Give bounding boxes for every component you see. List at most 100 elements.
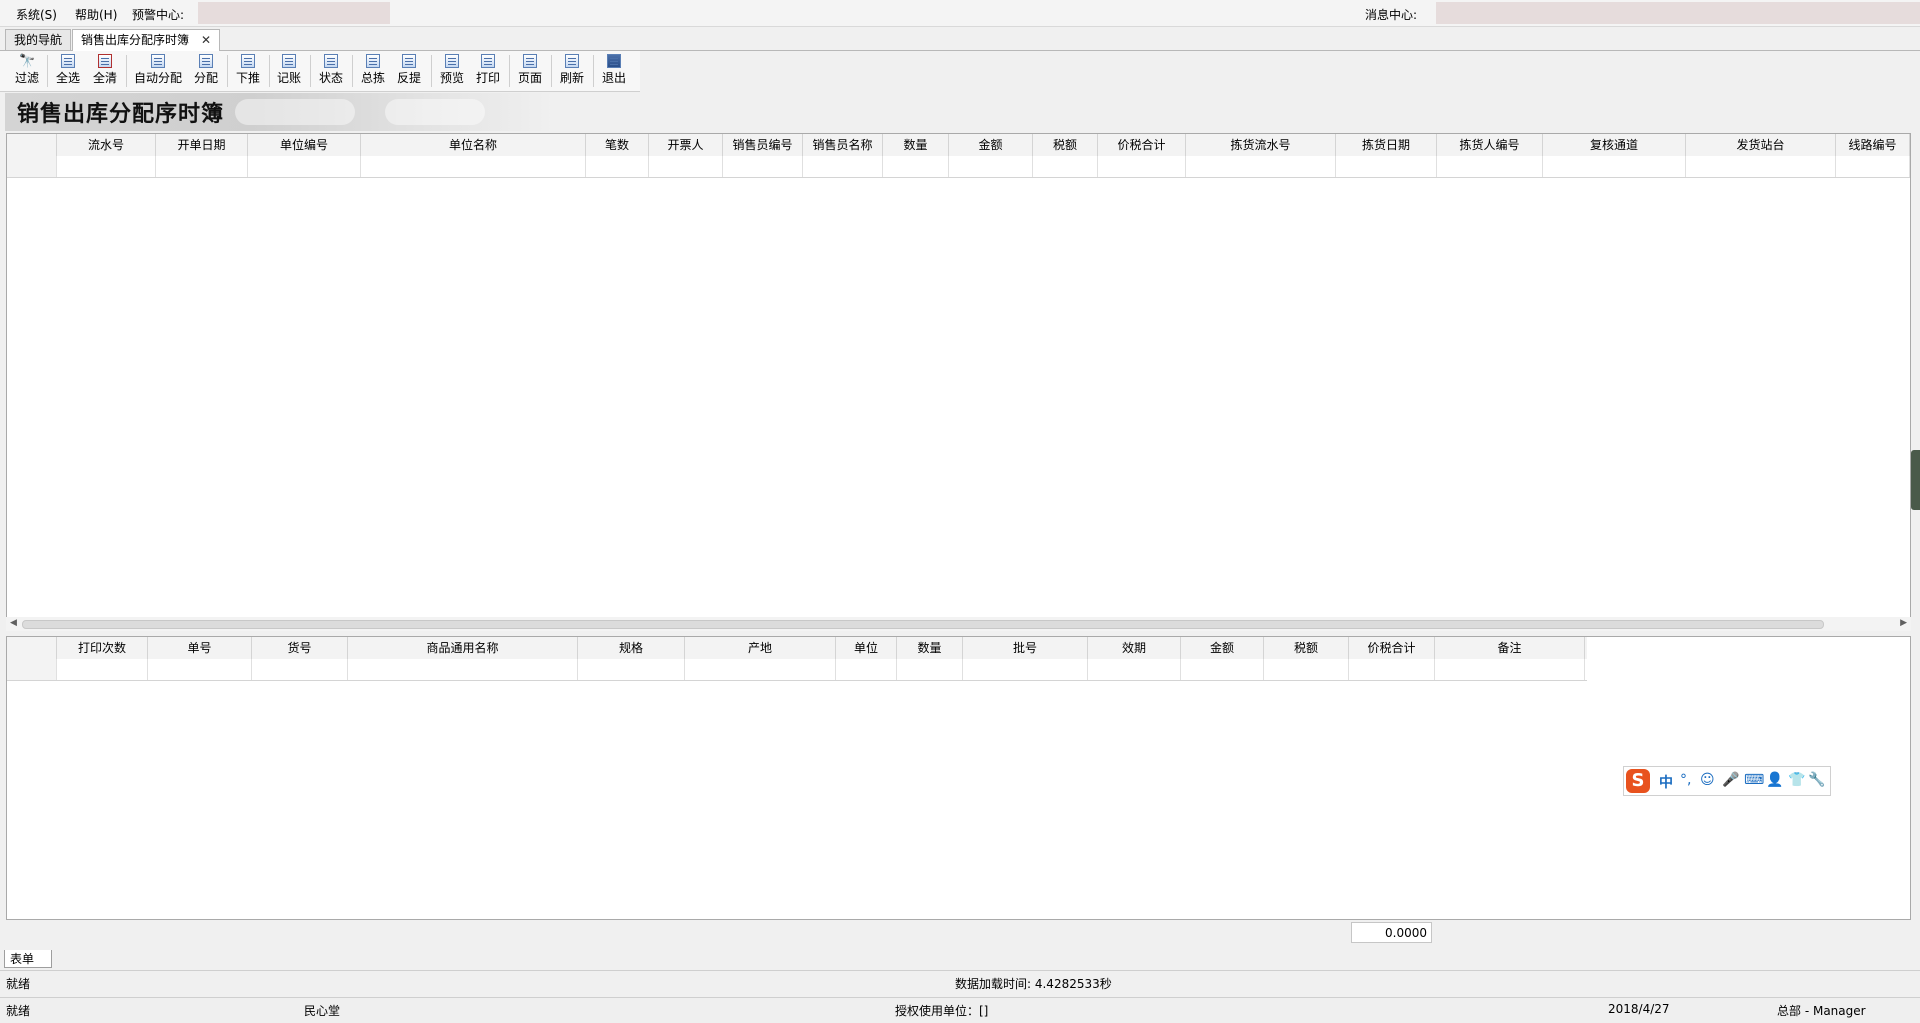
table-cell[interactable] — [1181, 659, 1264, 680]
user-icon[interactable]: 👤 — [1766, 772, 1783, 788]
column-header[interactable]: 笔数 — [586, 134, 649, 156]
column-header[interactable]: 价税合计 — [1349, 637, 1435, 659]
row-header[interactable] — [7, 659, 57, 680]
table-cell[interactable] — [897, 659, 963, 680]
table-cell[interactable] — [148, 659, 252, 680]
table-cell[interactable] — [361, 156, 586, 177]
column-header[interactable]: 单位编号 — [248, 134, 361, 156]
exit-button[interactable]: 退出 — [601, 53, 627, 89]
ime-toolbar[interactable]: S 中 °, ☺ 🎤 ⌨ 👤 👕 🔧 — [1623, 766, 1831, 796]
preview-button[interactable]: 预览 — [439, 53, 465, 89]
column-header[interactable]: 单位 — [836, 637, 897, 659]
column-header[interactable]: 开票人 — [649, 134, 723, 156]
menu-system[interactable]: 系统(S) — [16, 6, 57, 23]
column-header[interactable]: 开单日期 — [156, 134, 248, 156]
column-header[interactable]: 发货站台 — [1686, 134, 1836, 156]
column-header[interactable]: 拣货流水号 — [1186, 134, 1336, 156]
table-cell[interactable] — [723, 156, 803, 177]
settings-wrench-icon[interactable]: 🔧 — [1808, 772, 1825, 788]
column-header[interactable]: 数量 — [883, 134, 949, 156]
table-row[interactable] — [7, 156, 1910, 178]
column-header[interactable]: 复核通道 — [1543, 134, 1686, 156]
menu-help[interactable]: 帮助(H) — [75, 6, 117, 23]
horizontal-scrollbar[interactable]: ◀ ▶ — [6, 617, 1911, 631]
tab-sales-outbound[interactable]: 销售出库分配序时簿 ✕ — [72, 29, 221, 51]
clear-all-button[interactable]: 全清 — [92, 53, 118, 89]
column-header[interactable]: 拣货日期 — [1336, 134, 1437, 156]
keyboard-icon[interactable]: ⌨ — [1744, 772, 1764, 788]
column-header[interactable]: 打印次数 — [57, 637, 148, 659]
table-cell[interactable] — [1186, 156, 1336, 177]
table-cell[interactable] — [1435, 659, 1585, 680]
column-header[interactable]: 规格 — [578, 637, 685, 659]
column-header[interactable]: 流水号 — [57, 134, 156, 156]
message-center-field[interactable] — [1436, 2, 1920, 24]
sheet-tab-form[interactable]: 表单 — [4, 950, 52, 968]
push-down-button[interactable]: 下推 — [235, 53, 261, 89]
auto-assign-button[interactable]: 自动分配 — [133, 53, 183, 89]
side-panel-handle[interactable] — [1911, 450, 1920, 510]
column-header[interactable]: 产地 — [685, 637, 836, 659]
refresh-button[interactable]: 刷新 — [559, 53, 585, 89]
table-cell[interactable] — [348, 659, 578, 680]
scrollbar-thumb[interactable] — [22, 620, 1824, 629]
column-header[interactable]: 销售员编号 — [723, 134, 803, 156]
scroll-right-icon[interactable]: ▶ — [1900, 618, 1907, 628]
select-all-button[interactable]: 全选 — [55, 53, 81, 89]
table-cell[interactable] — [156, 156, 248, 177]
table-cell[interactable] — [649, 156, 723, 177]
table-cell[interactable] — [1543, 156, 1686, 177]
table-cell[interactable] — [586, 156, 649, 177]
column-header[interactable]: 批号 — [963, 637, 1088, 659]
table-cell[interactable] — [252, 659, 348, 680]
punctuation-icon[interactable]: °, — [1680, 772, 1691, 788]
column-header[interactable]: 单号 — [148, 637, 252, 659]
column-header[interactable]: 商品通用名称 — [348, 637, 578, 659]
microphone-icon[interactable]: 🎤 — [1722, 772, 1739, 788]
table-cell[interactable] — [57, 659, 148, 680]
table-cell[interactable] — [883, 156, 949, 177]
table-cell[interactable] — [1264, 659, 1349, 680]
assign-button[interactable]: 分配 — [193, 53, 219, 89]
column-header[interactable]: 数量 — [897, 637, 963, 659]
emoji-icon[interactable]: ☺ — [1700, 772, 1715, 788]
table-cell[interactable] — [1088, 659, 1181, 680]
post-button[interactable]: 记账 — [276, 53, 302, 89]
chinese-mode-icon[interactable]: 中 — [1659, 772, 1673, 792]
print-button[interactable]: 打印 — [475, 53, 501, 89]
table-cell[interactable] — [803, 156, 883, 177]
column-header[interactable]: 金额 — [1181, 637, 1264, 659]
filter-button[interactable]: 🔭 过滤 — [14, 53, 40, 89]
skin-icon[interactable]: 👕 — [1788, 772, 1805, 788]
column-header[interactable]: 效期 — [1088, 637, 1181, 659]
column-header[interactable]: 税额 — [1033, 134, 1098, 156]
column-header[interactable]: 单位名称 — [361, 134, 586, 156]
reverse-button[interactable]: 反提 — [396, 53, 422, 89]
table-cell[interactable] — [578, 659, 685, 680]
table-cell[interactable] — [963, 659, 1088, 680]
close-icon[interactable]: ✕ — [201, 33, 211, 47]
table-cell[interactable] — [1098, 156, 1186, 177]
column-header[interactable]: 价税合计 — [1098, 134, 1186, 156]
column-header[interactable]: 货号 — [252, 637, 348, 659]
status-button[interactable]: 状态 — [318, 53, 344, 89]
table-cell[interactable] — [248, 156, 361, 177]
alert-center-field[interactable] — [198, 2, 390, 24]
table-row[interactable] — [7, 659, 1587, 681]
scroll-left-icon[interactable]: ◀ — [10, 618, 17, 628]
table-cell[interactable] — [1349, 659, 1435, 680]
table-cell[interactable] — [685, 659, 836, 680]
column-header[interactable]: 销售员名称 — [803, 134, 883, 156]
column-header[interactable]: 税额 — [1264, 637, 1349, 659]
table-cell[interactable] — [1686, 156, 1836, 177]
table-cell[interactable] — [1033, 156, 1098, 177]
table-cell[interactable] — [57, 156, 156, 177]
sogou-logo-icon[interactable]: S — [1626, 769, 1650, 793]
table-cell[interactable] — [1336, 156, 1437, 177]
column-header[interactable]: 备注 — [1435, 637, 1585, 659]
table-cell[interactable] — [1437, 156, 1543, 177]
column-header[interactable]: 金额 — [949, 134, 1033, 156]
table-cell[interactable] — [949, 156, 1033, 177]
row-header[interactable] — [7, 156, 57, 177]
master-grid[interactable]: 流水号 开单日期 单位编号 单位名称 笔数 开票人 销售员编号 销售员名称 数量 金额 税额 价税合计… — [6, 133, 1911, 618]
